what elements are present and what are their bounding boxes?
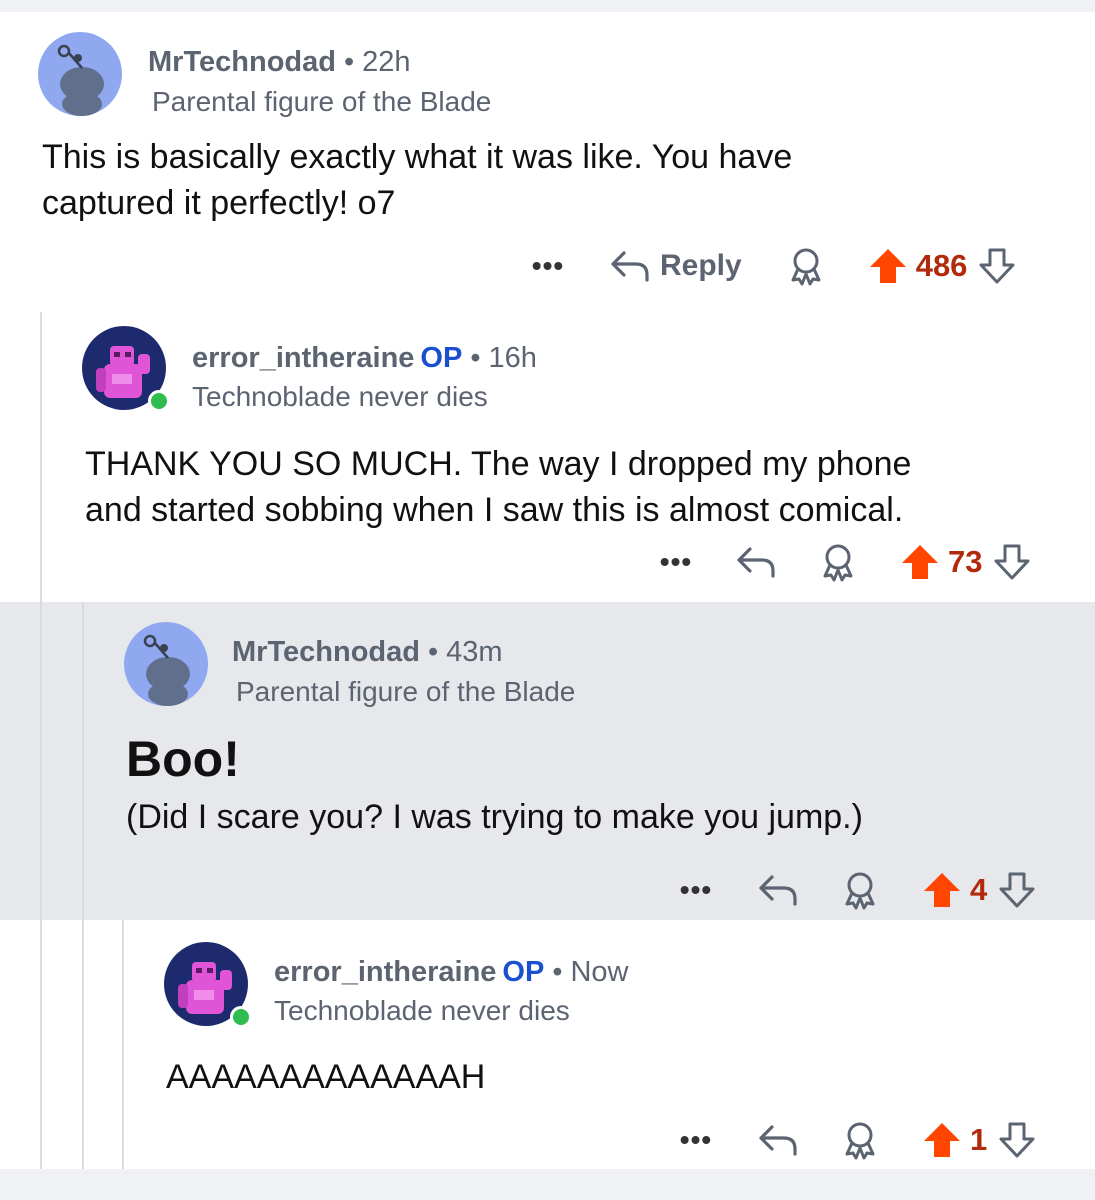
thread-line[interactable]	[40, 312, 42, 602]
comment-actions: ••• 1	[676, 1116, 1037, 1164]
upvote-button[interactable]	[922, 871, 962, 909]
vote-score: 4	[970, 872, 988, 907]
reply-label: Reply	[660, 249, 742, 282]
comment-body: THANK YOU SO MUCH. The way I dropped my …	[85, 441, 911, 533]
op-badge: OP	[420, 342, 463, 374]
comment-body-line: and started sobbing when I saw this is a…	[85, 491, 904, 529]
comment-heading: Boo!	[126, 731, 240, 787]
user-flair: Technoblade never dies	[274, 995, 570, 1026]
user-flair: Parental figure of the Blade	[236, 676, 576, 707]
downvote-arrow-icon	[979, 248, 1015, 284]
more-options-button[interactable]: •••	[528, 250, 568, 282]
comment-body-line: captured it perfectly! o7	[42, 184, 396, 222]
more-options-button[interactable]: •••	[676, 874, 716, 906]
comment-body-line: THANK YOU SO MUCH. The way I dropped my …	[85, 445, 912, 483]
upvote-arrow-icon	[924, 1123, 960, 1157]
comment-meta: error_intheraine OP • Now	[274, 954, 629, 990]
vote-score: 73	[948, 544, 983, 579]
reply-arrow-icon	[759, 1125, 797, 1156]
comment-body: (Did I scare you? I was trying to make y…	[126, 794, 863, 840]
award-icon	[845, 872, 875, 910]
upvote-button[interactable]	[868, 247, 908, 285]
downvote-button[interactable]	[997, 1121, 1037, 1159]
comment-body: This is basically exactly what it was li…	[42, 134, 792, 226]
award-button[interactable]	[840, 1120, 880, 1160]
comment-actions: ••• 73	[656, 538, 1032, 586]
thread-line[interactable]	[40, 602, 42, 920]
downvote-button[interactable]	[992, 543, 1032, 581]
comment-body-line: (Did I scare you? I was trying to make y…	[126, 798, 863, 836]
award-icon	[823, 544, 853, 582]
comment-highlighted: MrTechnodad • 43m Parental figure of the B…	[0, 602, 1095, 920]
award-button[interactable]	[786, 246, 826, 286]
comment: error_intheraine OP • Now Technoblade never…	[0, 920, 1095, 1169]
snoo-avatar-icon[interactable]	[124, 622, 208, 706]
user-flair: Technoblade never dies	[192, 381, 488, 412]
award-icon	[845, 1122, 875, 1160]
downvote-button[interactable]	[977, 247, 1017, 285]
comment-meta: MrTechnodad • 43m	[232, 634, 503, 670]
snoo-avatar-icon[interactable]	[38, 32, 122, 116]
timestamp: 16h	[488, 342, 537, 374]
separator-dot: •	[470, 342, 481, 374]
vote-score: 486	[915, 248, 968, 283]
thread-line[interactable]	[82, 602, 84, 920]
reply-button[interactable]	[758, 1123, 798, 1157]
username-link[interactable]: error_intheraine	[192, 342, 414, 374]
reply-button[interactable]	[736, 545, 776, 579]
comment: MrTechnodad • 22h Parental figure of the B…	[0, 12, 1095, 312]
thread-line[interactable]	[40, 920, 42, 1169]
upvote-arrow-icon	[902, 545, 938, 579]
separator-dot: •	[552, 956, 563, 988]
timestamp: 22h	[362, 46, 411, 78]
username-link[interactable]: MrTechnodad	[232, 636, 420, 668]
comment-meta: MrTechnodad • 22h	[148, 44, 411, 80]
pink-robot-avatar-icon[interactable]	[164, 942, 252, 1028]
upvote-arrow-icon	[869, 249, 906, 283]
award-icon	[791, 248, 821, 286]
upvote-button[interactable]	[922, 1121, 962, 1159]
thread-line[interactable]	[82, 920, 84, 1169]
comment-actions: ••• 4	[676, 866, 1037, 914]
timestamp: Now	[570, 956, 629, 988]
comment-meta: error_intheraine OP • 16h	[192, 340, 537, 376]
comment: error_intheraine OP • 16h Technoblade never…	[0, 312, 1095, 602]
more-options-button[interactable]: •••	[676, 1124, 716, 1156]
comment-body-line: This is basically exactly what it was li…	[42, 138, 793, 176]
timestamp: 43m	[446, 636, 503, 668]
comment-body-line: AAAAAAAAAAAAAH	[166, 1058, 486, 1096]
comment-actions: ••• Reply 486	[528, 242, 1017, 290]
reply-button[interactable]	[758, 873, 798, 907]
reply-button[interactable]: Reply	[610, 249, 742, 283]
pink-robot-avatar-icon[interactable]	[82, 326, 170, 412]
award-button[interactable]	[818, 542, 858, 582]
award-button[interactable]	[840, 870, 880, 910]
online-status-indicator	[230, 1006, 252, 1028]
downvote-arrow-icon	[994, 544, 1030, 580]
username-link[interactable]: MrTechnodad	[148, 46, 336, 78]
comment-body: AAAAAAAAAAAAAH	[166, 1054, 485, 1100]
reply-arrow-icon	[737, 547, 775, 578]
more-options-button[interactable]: •••	[656, 546, 696, 578]
online-status-indicator	[148, 390, 170, 412]
username-link[interactable]: error_intheraine	[274, 956, 496, 988]
thread-line[interactable]	[122, 920, 124, 1169]
reply-arrow-icon	[611, 251, 649, 282]
comment-thread: MrTechnodad • 22h Parental figure of the B…	[0, 12, 1095, 1169]
separator-dot: •	[427, 636, 439, 668]
separator-dot: •	[343, 46, 355, 78]
user-flair: Parental figure of the Blade	[152, 86, 492, 117]
downvote-button[interactable]	[997, 871, 1037, 909]
downvote-arrow-icon	[999, 872, 1035, 908]
vote-score: 1	[970, 1122, 988, 1157]
upvote-arrow-icon	[924, 873, 960, 907]
downvote-arrow-icon	[999, 1122, 1035, 1158]
upvote-button[interactable]	[900, 543, 940, 581]
reply-arrow-icon	[759, 875, 797, 906]
op-badge: OP	[502, 956, 545, 988]
